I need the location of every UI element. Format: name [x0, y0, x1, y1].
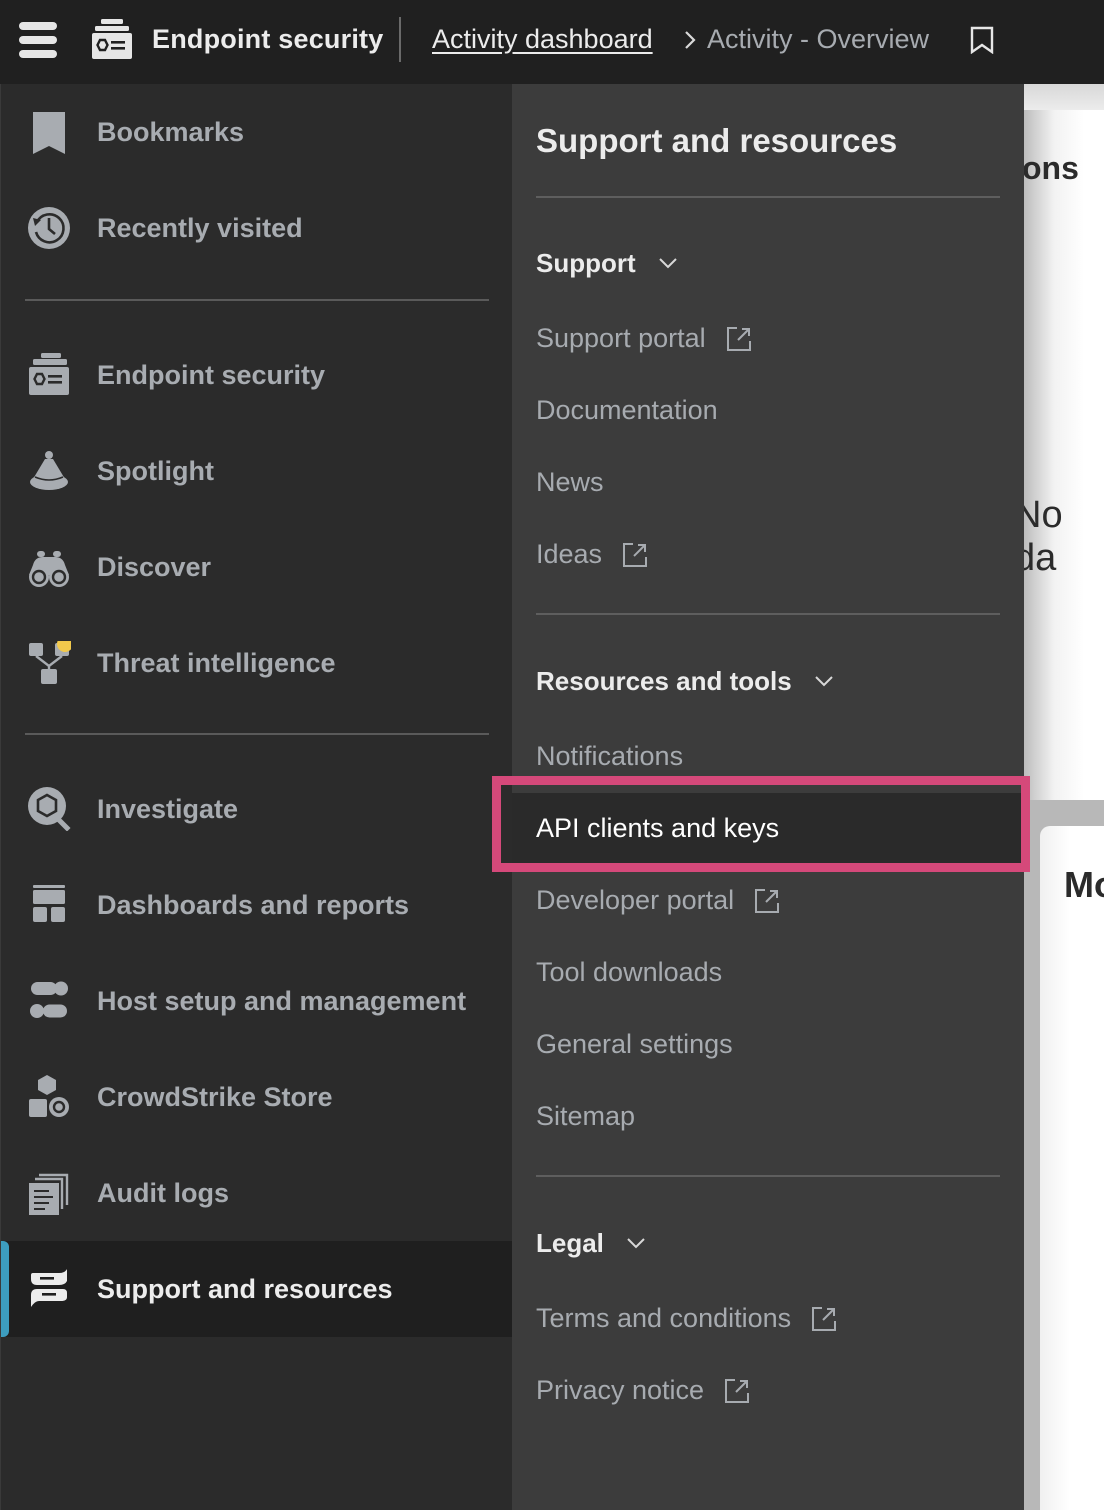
spotlight-icon [30, 451, 68, 490]
sidebar-item-spotlight[interactable]: Spotlight [1, 423, 513, 519]
threat-intel-icon [29, 641, 71, 684]
flyout-item-general-settings[interactable]: General settings [512, 1009, 1024, 1081]
background-card [1024, 110, 1104, 800]
sidebar-item-label: Spotlight [97, 456, 214, 486]
flyout-item-privacy-notice[interactable]: Privacy notice [512, 1355, 1024, 1427]
sidebar-item-label: Recently visited [97, 213, 303, 243]
topbar-divider [399, 17, 401, 62]
flyout-item-developer-portal[interactable]: Developer portal [512, 865, 1024, 937]
toggles-icon [30, 981, 68, 1018]
section-toggle-resources-and-tools[interactable]: Resources and tools [536, 663, 834, 699]
flyout-item-label: Documentation [536, 395, 718, 425]
background-card-title: Mo [1064, 864, 1104, 905]
sidebar-divider [25, 733, 489, 735]
sidebar-item-label: Host setup and management [97, 986, 467, 1016]
section-heading: Legal [536, 1227, 604, 1258]
flyout-item-ideas[interactable]: Ideas [512, 519, 1024, 591]
sidebar-item-label: Bookmarks [97, 117, 245, 147]
dashboard-layout-icon [33, 885, 65, 922]
chevron-down-icon [815, 676, 833, 687]
flyout-item-label: API clients and keys [536, 813, 780, 843]
endpoint-security-icon [29, 353, 69, 395]
flyout-item-label: Notifications [536, 741, 684, 771]
breadcrumb-current-page: Activity - Overview [707, 24, 930, 54]
flyout-item-notifications[interactable]: Notifications [512, 721, 1024, 793]
sidebar-item-crowdstrike-store[interactable]: CrowdStrike Store [1, 1049, 513, 1145]
flyout-item-label: Privacy notice [536, 1375, 705, 1405]
hamburger-menu-icon[interactable] [19, 22, 57, 59]
flyout-item-documentation[interactable]: Documentation [512, 375, 1024, 447]
flyout-divider [536, 1175, 1000, 1177]
investigate-search-icon [28, 787, 71, 831]
endpoint-security-icon [92, 19, 132, 59]
flyout-item-label: Developer portal [536, 885, 735, 915]
binoculars-icon [29, 551, 69, 587]
sidebar-item-investigate[interactable]: Investigate [1, 761, 513, 857]
section-toggle-legal[interactable]: Legal [536, 1225, 646, 1261]
chevron-right-icon [685, 31, 696, 49]
external-link-icon [812, 1306, 837, 1331]
chevron-down-icon [627, 1238, 645, 1249]
flyout-item-label: Terms and conditions [536, 1303, 792, 1333]
flyout-item-news[interactable]: News [512, 447, 1024, 519]
flyout-item-tool-downloads[interactable]: Tool downloads [512, 937, 1024, 1009]
section-heading: Resources and tools [536, 665, 792, 696]
sidebar-item-endpoint-security[interactable]: Endpoint security [1, 327, 513, 423]
support-chat-icon [31, 1269, 67, 1307]
history-clock-icon [28, 207, 70, 249]
store-shapes-icon [29, 1075, 71, 1119]
sidebar-item-audit-logs[interactable]: Audit logs [1, 1145, 513, 1241]
flyout-title: Support and resources [536, 122, 898, 159]
sidebar-item-recently-visited[interactable]: Recently visited [1, 180, 513, 276]
top-bar: Endpoint security Activity dashboard Act… [0, 0, 1104, 84]
sidebar-item-label: Support and resources [97, 1274, 393, 1304]
background-card-title: ons [1022, 150, 1079, 186]
sidebar-nav: Bookmarks Recently visited Endpoint secu… [0, 84, 513, 1510]
section-toggle-support[interactable]: Support [536, 245, 678, 281]
active-indicator [1, 1241, 9, 1337]
sidebar-item-dashboards-and-reports[interactable]: Dashboards and reports [1, 857, 513, 953]
bookmark-outline-icon[interactable] [970, 26, 994, 54]
app-title: Endpoint security [152, 24, 384, 54]
section-heading: Support [536, 247, 636, 278]
support-resources-flyout: Support and resources Support Support po… [512, 84, 1024, 1510]
flyout-item-support-portal[interactable]: Support portal [512, 303, 1024, 375]
flyout-divider [536, 613, 1000, 615]
flyout-item-label: News [536, 467, 604, 497]
flyout-item-terms-and-conditions[interactable]: Terms and conditions [512, 1283, 1024, 1355]
documents-stack-icon [29, 1173, 69, 1215]
flyout-divider [536, 196, 1000, 198]
flyout-item-label: Tool downloads [536, 957, 723, 987]
external-link-icon [755, 888, 780, 913]
breadcrumb-parent-link[interactable]: Activity dashboard [432, 24, 653, 55]
background-card [1040, 826, 1104, 1510]
background-card-empty-message: No da [1014, 494, 1063, 579]
sidebar-item-discover[interactable]: Discover [1, 519, 513, 615]
external-link-icon [623, 542, 648, 567]
background-page-header-strip [1024, 84, 1104, 110]
external-link-icon [725, 1378, 750, 1403]
sidebar-item-label: CrowdStrike Store [97, 1082, 333, 1112]
flyout-item-sitemap[interactable]: Sitemap [512, 1081, 1024, 1153]
sidebar-item-label: Threat intelligence [97, 648, 336, 678]
sidebar-item-label: Investigate [97, 794, 239, 824]
sidebar-item-label: Discover [97, 552, 212, 582]
sidebar-item-host-setup-and-management[interactable]: Host setup and management [1, 953, 513, 1049]
flyout-item-api-clients-and-keys[interactable]: API clients and keys [512, 793, 1024, 865]
flyout-item-label: Sitemap [536, 1101, 636, 1131]
sidebar-item-threat-intelligence[interactable]: Threat intelligence [1, 615, 513, 711]
sidebar-item-label: Dashboards and reports [97, 890, 410, 920]
sidebar-item-support-and-resources[interactable]: Support and resources [1, 1241, 513, 1337]
external-link-icon [726, 326, 751, 351]
sidebar-item-bookmarks[interactable]: Bookmarks [1, 84, 513, 180]
bookmark-icon [33, 112, 65, 154]
chevron-down-icon [658, 258, 677, 269]
sidebar-item-label: Audit logs [97, 1178, 229, 1208]
sidebar-divider [25, 299, 489, 301]
flyout-item-label: General settings [536, 1029, 733, 1059]
sidebar-item-label: Endpoint security [97, 360, 326, 390]
flyout-item-label: Ideas [536, 539, 603, 569]
flyout-item-label: Support portal [536, 323, 706, 353]
